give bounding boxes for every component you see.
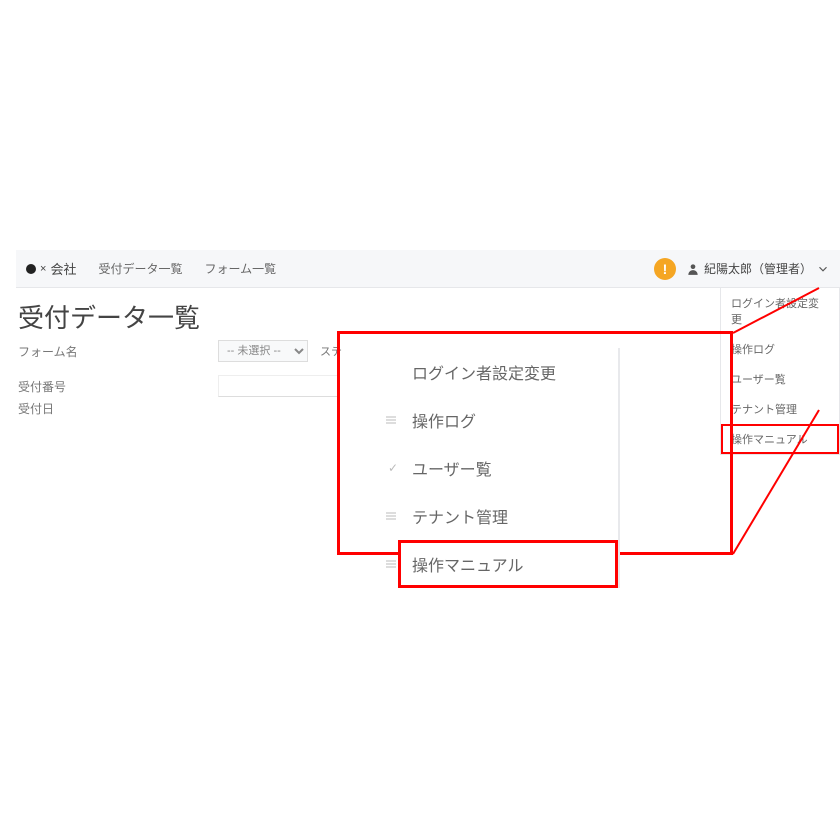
check-icon: ✓ — [388, 461, 398, 475]
burger-icon — [386, 561, 396, 568]
zoom-user-menu: ログイン者設定変更 操作ログ ✓ ユーザー覧 テナント管理 操作マニュアル — [398, 348, 620, 588]
zoom-menu-item-user-list[interactable]: ✓ ユーザー覧 — [398, 444, 618, 492]
burger-icon — [386, 417, 396, 424]
page-title: 受付データ一覧 — [18, 298, 200, 335]
notification-glyph: ! — [663, 261, 668, 277]
brand-x-icon: × — [40, 263, 46, 275]
menu-item-user-list[interactable]: ユーザー覧 — [721, 364, 839, 394]
menu-item-operation-log[interactable]: 操作ログ — [721, 334, 839, 364]
nav-item-form-list[interactable]: フォーム一覧 — [204, 260, 276, 277]
filter-row-reception-date: 受付日 — [18, 400, 218, 417]
zoom-menu-item-operation-log[interactable]: 操作ログ — [398, 396, 618, 444]
zoom-menu-label: ユーザー覧 — [412, 462, 492, 479]
zoom-menu-label: テナント管理 — [412, 510, 508, 527]
user-dropdown-menu: ログイン者設定変更 操作ログ ユーザー覧 テナント管理 操作マニュアル — [720, 288, 840, 455]
brand-text: 会社 — [50, 259, 76, 278]
zoom-menu-item-manual[interactable]: 操作マニュアル — [398, 540, 618, 588]
menu-item-manual[interactable]: 操作マニュアル — [721, 424, 839, 454]
label-reception-number: 受付番号 — [18, 378, 218, 395]
nav-item-received-data[interactable]: 受付データ一覧 — [98, 260, 182, 277]
select-form-name[interactable]: -- 未選択 -- — [218, 340, 308, 362]
topbar-right: ! 紀陽太郎（管理者） — [654, 258, 840, 280]
topbar: × 会社 受付データ一覧 フォーム一覧 ! 紀陽太郎（管理者） — [16, 250, 840, 288]
notification-badge[interactable]: ! — [654, 258, 676, 280]
brand: × 会社 — [26, 259, 76, 278]
filter-row-reception-number: 受付番号 — [18, 375, 338, 397]
stage: × 会社 受付データ一覧 フォーム一覧 ! 紀陽太郎（管理者） 受付データ一覧 … — [0, 0, 840, 832]
filter-row-form-name: フォーム名 -- 未選択 -- ステ — [18, 340, 342, 362]
user-name: 紀陽太郎（管理者） — [704, 260, 812, 277]
menu-item-login-settings[interactable]: ログイン者設定変更 — [721, 288, 839, 334]
zoom-menu-label: 操作マニュアル — [412, 558, 524, 575]
user-icon — [686, 262, 700, 276]
zoom-menu-label: 操作ログ — [412, 414, 476, 431]
zoom-menu-item-login-settings[interactable]: ログイン者設定変更 — [398, 348, 618, 396]
burger-icon — [386, 513, 396, 520]
user-menu-trigger[interactable]: 紀陽太郎（管理者） — [686, 260, 830, 277]
input-reception-number[interactable] — [218, 375, 338, 397]
label-form-name: フォーム名 — [18, 343, 218, 360]
label-reception-date: 受付日 — [18, 400, 218, 417]
chevron-down-icon — [816, 262, 830, 276]
menu-item-tenant-management[interactable]: テナント管理 — [721, 394, 839, 424]
zoom-menu-label: ログイン者設定変更 — [412, 366, 556, 383]
zoom-menu-item-tenant-management[interactable]: テナント管理 — [398, 492, 618, 540]
brand-dot-icon — [26, 264, 36, 274]
